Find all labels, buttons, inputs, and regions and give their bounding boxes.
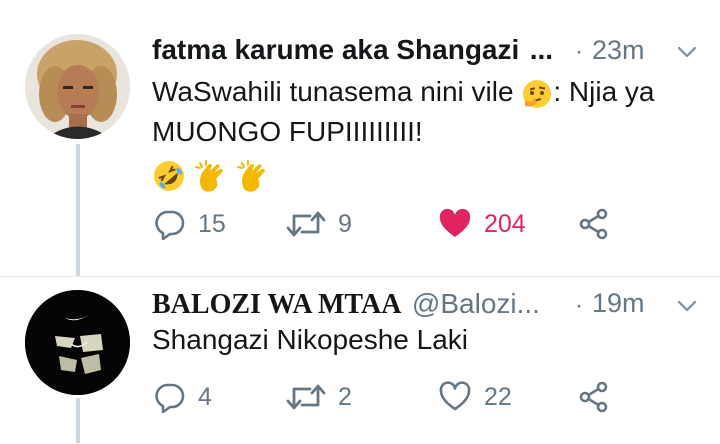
retweet-count: 9 [338,209,352,238]
timestamp[interactable]: 19m [592,288,645,319]
like-count: 204 [484,209,526,238]
rolling-laughing-emoji [154,160,184,191]
retweet-count: 2 [338,382,352,411]
tweet-text-line1: WaSwahili tunasema nini vile [152,76,514,107]
tweet-text: WaSwahili tunasema nini vile : Njia ya M… [152,72,655,192]
timestamp[interactable]: 23m [592,35,645,66]
reply-button[interactable]: 4 [154,375,212,419]
tweet-text: Shangazi Nikopeshe Laki [152,324,468,355]
reply-count: 15 [198,209,226,238]
avatar-photo [25,290,130,395]
like-count: 22 [484,382,512,411]
tweet-text-line1-rest: : Njia ya [553,76,655,107]
retweet-button[interactable]: 9 [286,202,352,246]
thread-line [76,398,80,443]
display-name[interactable]: BALOZI WA MTAA [152,289,401,320]
reply-count: 4 [198,382,212,411]
like-button[interactable]: 204 [438,202,526,246]
share-button[interactable] [578,202,610,246]
name-ellipsis: ... [529,34,554,65]
avatar-balozi[interactable] [25,290,130,395]
clapping-hands-emoji [236,159,265,192]
separator-dot: · [575,38,583,65]
share-icon [579,208,608,240]
handle[interactable]: @Balozi... [412,288,540,319]
share-icon [579,381,608,413]
retweet-icon [286,211,326,237]
chevron-down-icon[interactable] [675,40,699,64]
avatar-fatma[interactable] [25,34,130,139]
chevron-down-icon[interactable] [675,294,699,318]
like-button[interactable]: 22 [438,375,512,419]
tweet-1[interactable]: fatma karume aka Shangazi ... · 23m WaSw… [0,0,720,276]
reply-icon [155,383,185,413]
tweet-actions: 4 2 22 [152,375,712,419]
avatar-photo [25,34,130,139]
retweet-icon [286,384,326,410]
tweet-text-line2: MUONGO FUPIIIIIIIII! [152,116,423,147]
thread-line [76,144,80,276]
display-name[interactable]: fatma karume aka Shangazi [152,34,519,65]
retweet-button[interactable]: 2 [286,375,352,419]
reply-icon [155,210,185,240]
share-button[interactable] [578,375,610,419]
heart-outline-icon [439,381,471,411]
tweet-header: BALOZI WA MTAA @Balozi... [152,288,540,324]
emoji-row [152,154,655,192]
tweet-header: fatma karume aka Shangazi ... [152,34,553,70]
reply-button[interactable]: 15 [154,202,226,246]
separator-dot: · [575,292,583,319]
heart-filled-icon [439,208,471,237]
thinking-face-emoji [523,79,552,108]
clapping-hands-emoji [194,159,223,192]
tweet-actions: 15 9 204 [152,202,712,246]
